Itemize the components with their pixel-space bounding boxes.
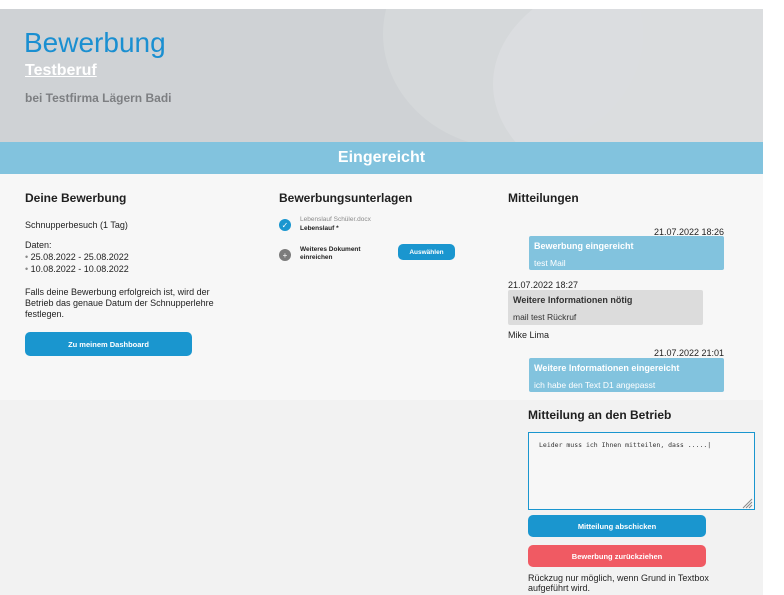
document-filename[interactable]: Lebenslauf Schüler.docx [300,216,371,223]
message-text: ich habe den Text D1 angepasst [534,380,656,390]
check-icon: ✓ [279,219,291,231]
status-banner: Eingereicht [0,142,763,174]
application-info: Falls deine Bewerbung erfolgreich ist, w… [25,287,214,319]
document-label: Lebenslauf * [300,225,339,232]
job-title-link[interactable]: Testberuf [25,62,97,80]
bullet-icon: • [25,264,29,274]
application-heading: Deine Bewerbung [25,191,127,205]
bullet-icon: • [25,252,29,262]
message-title: Weitere Informationen eingereicht [534,363,680,373]
header-decoration [493,9,763,142]
message-textarea[interactable] [528,432,755,510]
date-item: • 10.08.2022 - 10.08.2022 [25,264,129,274]
message-title: Weitere Informationen nötig [513,295,633,305]
dashboard-button[interactable]: Zu meinem Dashboard [25,332,192,356]
message-bubble: Weitere Informationen eingereicht ich ha… [529,358,724,392]
application-type: Schnupperbesuch (1 Tag) [25,220,128,230]
messages-heading: Mitteilungen [508,191,579,205]
date-item: • 25.08.2022 - 25.08.2022 [25,252,129,262]
message-text: test Mail [534,258,566,268]
message-bubble: Weitere Informationen nötig mail test Rü… [508,290,703,325]
message-text: mail test Rückruf [513,312,577,322]
documents-heading: Bewerbungsunterlagen [279,191,413,205]
resize-handle-icon[interactable] [741,496,753,509]
message-title: Bewerbung eingereicht [534,241,634,251]
send-message-button[interactable]: Mitteilung abschicken [528,515,706,537]
plus-icon: + [279,249,291,261]
company-name: bei Testfirma Lägern Badi [25,91,172,105]
compose-heading: Mitteilung an den Betrieb [528,408,672,422]
message-timestamp: 21.07.2022 18:27 [508,280,579,290]
choose-file-button[interactable]: Auswählen [398,244,455,260]
page-header: Bewerbung Testberuf bei Testfirma Lägern… [0,9,763,142]
add-document-label: Weiteres Dokument einreichen [300,246,361,261]
page-title: Bewerbung [24,27,166,58]
withdraw-application-button[interactable]: Bewerbung zurückziehen [528,545,706,567]
message-timestamp: 21.07.2022 21:01 [654,348,725,358]
withdraw-note: Rückzug nur möglich, wenn Grund in Textb… [528,573,709,593]
message-author: Mike Lima [508,330,550,340]
message-bubble: Bewerbung eingereicht test Mail [529,236,724,270]
dates-label: Daten: [25,240,52,250]
